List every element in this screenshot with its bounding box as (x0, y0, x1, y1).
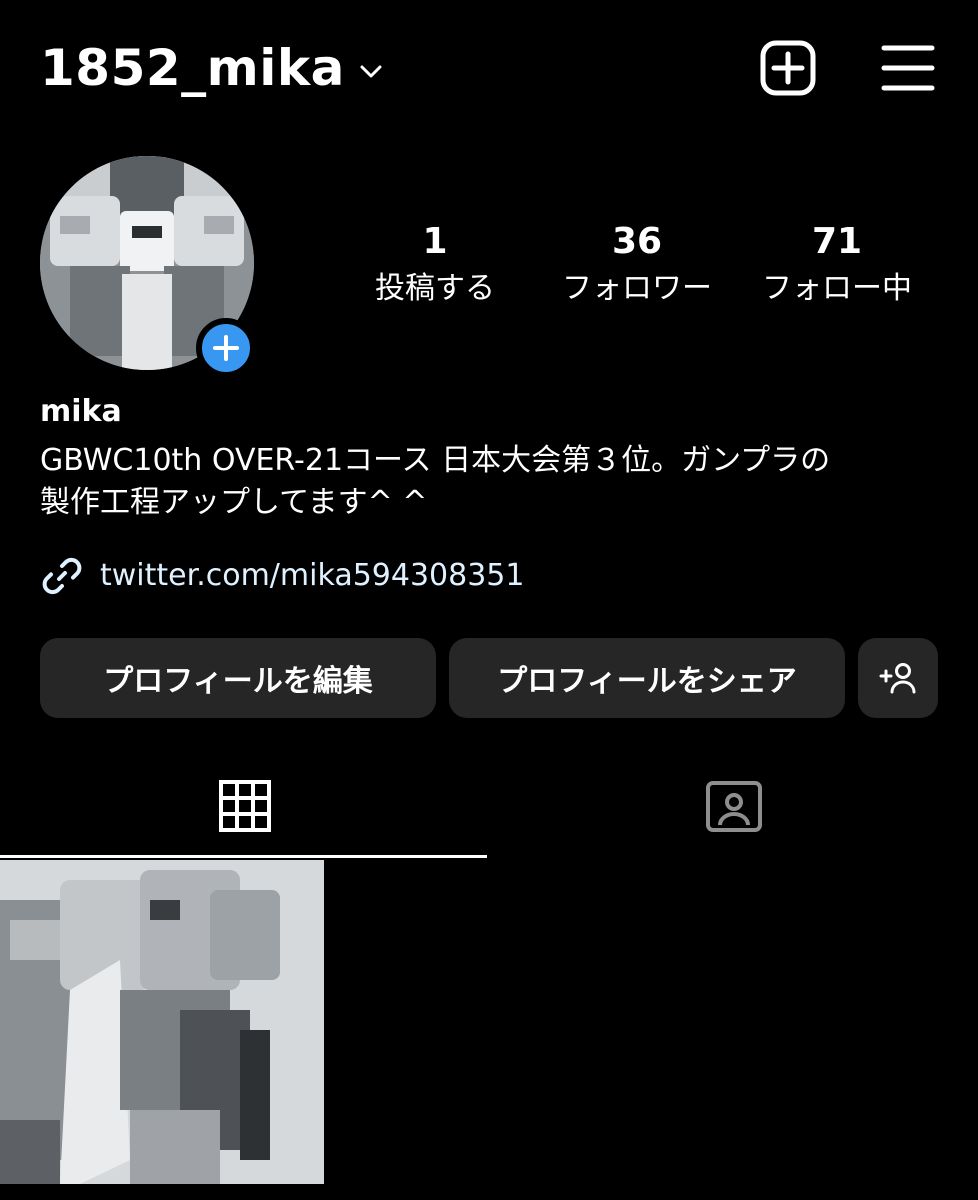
account-switcher[interactable]: 1852_mika (40, 36, 383, 100)
following-count-value: 71 (811, 221, 863, 262)
add-story-button[interactable] (196, 318, 256, 378)
tagged-person-icon (705, 781, 762, 832)
profile-link-text: twitter.com/mika594308351 (100, 558, 525, 593)
bio: GBWC10th OVER-21コース 日本大会第３位。ガンプラの 製作工程アッ… (40, 440, 940, 524)
active-tab-indicator (0, 855, 487, 858)
display-name: mika (40, 394, 122, 429)
post-thumbnail[interactable] (0, 860, 324, 1184)
profile-page: 1852_mika 1 投稿する 36 フォロワー 71 フォロー中 mika … (0, 0, 978, 1200)
share-profile-button[interactable]: プロフィールをシェア (449, 638, 845, 718)
followers-count-value: 36 (611, 221, 663, 262)
hamburger-menu-icon[interactable] (880, 40, 936, 96)
link-icon (42, 557, 82, 595)
add-person-icon (879, 663, 916, 694)
edit-profile-button[interactable]: プロフィールを編集 (40, 638, 436, 718)
profile-link[interactable]: twitter.com/mika594308351 (40, 552, 524, 600)
top-bar: 1852_mika (0, 0, 978, 140)
bio-line: GBWC10th OVER-21コース 日本大会第３位。ガンプラの (40, 443, 831, 478)
chevron-down-icon (360, 65, 382, 78)
plus-icon (213, 335, 239, 361)
bio-line: 製作工程アップしてます^ ^ (40, 485, 428, 520)
posts-count-label: 投稿する (375, 271, 495, 306)
grid-icon (218, 780, 271, 832)
discover-people-button[interactable] (858, 638, 938, 718)
post-photo (0, 860, 324, 1184)
tab-tagged[interactable] (489, 756, 978, 856)
following-count[interactable]: 71 フォロー中 (737, 220, 937, 310)
username: 1852_mika (40, 39, 345, 97)
posts-count[interactable]: 1 投稿する (335, 220, 535, 310)
plus-square-icon[interactable] (760, 40, 816, 96)
followers-count[interactable]: 36 フォロワー (537, 220, 737, 310)
tab-posts-grid[interactable] (0, 756, 489, 856)
posts-count-value: 1 (422, 221, 448, 262)
following-count-label: フォロー中 (762, 271, 912, 306)
followers-count-label: フォロワー (562, 271, 712, 306)
